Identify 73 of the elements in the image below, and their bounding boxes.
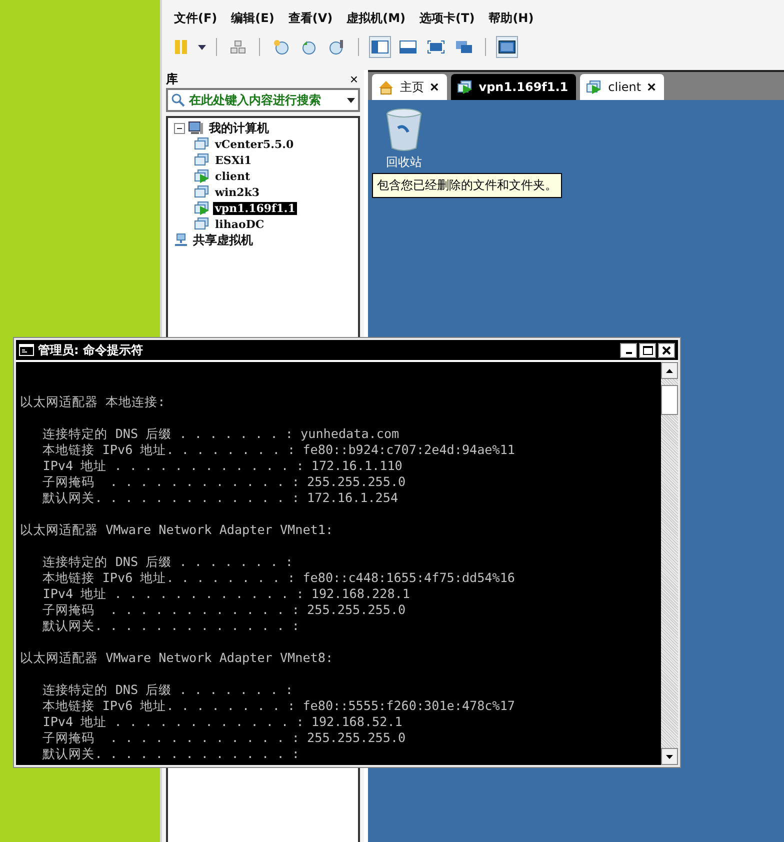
tree-item[interactable]: client xyxy=(213,170,252,182)
menu-item[interactable]: 帮助(H) xyxy=(488,10,534,32)
icon-label: 回收站 xyxy=(386,154,422,171)
window-icon[interactable] xyxy=(369,36,391,58)
home-icon xyxy=(378,80,394,94)
console-line: 本地链接 IPv6 地址. . . . . . . . : fe80::5555:f260:301e:478c%17 xyxy=(42,698,516,714)
running-vm-icon xyxy=(456,80,473,94)
console-line: 连接特定的 DNS 后缀 . . . . . . . : yunhedata.com xyxy=(42,426,400,442)
maximize-button[interactable] xyxy=(639,342,656,358)
console-line: 本地链接 IPv6 地址. . . . . . . . : fe80::b924:c707:2e4d:94ae%11 xyxy=(42,442,516,458)
search-field[interactable]: 在此处键入内容进行搜索 xyxy=(166,88,360,112)
tree-item[interactable]: vpn1.169f1.1 xyxy=(213,202,298,214)
console-line: 默认网关. . . . . . . . . . . . . : xyxy=(42,746,300,762)
console-icon xyxy=(19,344,34,356)
tree-item[interactable]: lihaoDC xyxy=(213,218,266,230)
shared-vm-icon xyxy=(174,233,188,247)
console-line: 默认网关. . . . . . . . . . . . . : 172.16.1.254 xyxy=(42,490,400,506)
down-arrow-icon xyxy=(666,754,673,758)
console-line: 以太网适配器 本地连接: xyxy=(20,394,166,410)
collapse-icon[interactable] xyxy=(174,122,185,134)
vm-icon xyxy=(194,217,210,231)
close-button[interactable]: × xyxy=(430,80,439,94)
console-line: 连接特定的 DNS 后缀 . . . . . . . : xyxy=(42,554,294,570)
console-line: IPv4 地址 . . . . . . . . . . . . : 192.168.228.1 xyxy=(42,586,411,602)
tree-item[interactable]: 共享虚拟机 xyxy=(191,232,255,248)
running-vm-icon xyxy=(194,201,210,215)
close-button[interactable]: × xyxy=(647,80,656,94)
close-button[interactable] xyxy=(658,342,675,358)
menu-item[interactable]: 查看(V) xyxy=(288,10,333,32)
console-view-icon[interactable] xyxy=(496,36,518,58)
menu-item[interactable]: 编辑(E) xyxy=(231,10,274,32)
scroll-thumb[interactable] xyxy=(661,385,678,415)
console-line: 默认网关. . . . . . . . . . . . . : xyxy=(42,618,300,634)
console-line: 以太网适配器 VMware Network Adapter VMnet1: xyxy=(20,522,334,538)
tooltip: 包含您已经删除的文件和文件夹。 xyxy=(372,173,562,198)
tree-item[interactable]: win2k3 xyxy=(213,186,262,198)
caret-icon[interactable] xyxy=(198,44,206,50)
tab[interactable]: vpn1.169f1.1 xyxy=(450,74,576,100)
tab[interactable]: client × xyxy=(580,74,664,100)
console-line: 子网掩码 . . . . . . . . . . . . : 255.255.255.0 xyxy=(42,730,407,746)
maximize-icon xyxy=(642,346,652,354)
scrollbar[interactable] xyxy=(661,362,678,765)
tab[interactable]: 主页 × xyxy=(372,74,447,100)
window-title: 管理员: 命令提示符 xyxy=(38,342,143,358)
scroll-up-button[interactable] xyxy=(661,362,678,379)
search-icon xyxy=(171,93,185,107)
tree-item[interactable]: vCenter5.5.0 xyxy=(213,138,296,150)
tree-item[interactable]: ESXi1 xyxy=(213,154,254,166)
menu-item[interactable]: 虚拟机(M) xyxy=(346,10,406,32)
vm-icon xyxy=(194,185,210,199)
console-line: 连接特定的 DNS 后缀 . . . . . . . : xyxy=(42,682,294,698)
console-line: 以太网适配器 VMware Network Adapter VMnet8: xyxy=(20,650,334,666)
running-vm-icon xyxy=(194,169,210,183)
computer-icon xyxy=(188,121,204,135)
minimize-button[interactable] xyxy=(620,342,637,358)
running-vm-icon xyxy=(586,80,602,94)
menu-item[interactable]: 选项卡(T) xyxy=(420,10,475,32)
recycle-bin-icon[interactable] xyxy=(384,108,424,152)
console-line: 本地链接 IPv6 地址. . . . . . . . : fe80::c448:1655:4f75:dd54%16 xyxy=(42,570,516,586)
vm-icon xyxy=(194,153,210,167)
vm-icon xyxy=(194,137,210,151)
console-line: IPv4 地址 . . . . . . . . . . . . : 172.16.1.110 xyxy=(42,458,404,474)
console-line: 子网掩码 . . . . . . . . . . . . : 255.255.255.0 xyxy=(42,602,407,618)
menu-item[interactable]: 文件(F) xyxy=(174,10,218,32)
tree-item[interactable]: 我的计算机 xyxy=(207,120,271,136)
close-icon xyxy=(662,346,671,354)
console-line: IPv4 地址 . . . . . . . . . . . . : 192.168.52.1 xyxy=(42,714,404,730)
up-arrow-icon xyxy=(666,368,673,372)
console-line: 子网掩码 . . . . . . . . . . . . : 255.255.255.0 xyxy=(42,474,407,490)
library-title: 库 xyxy=(166,70,178,88)
close-button[interactable]: × xyxy=(348,72,360,86)
caret-icon[interactable] xyxy=(347,98,355,102)
scroll-down-button[interactable] xyxy=(661,748,678,765)
